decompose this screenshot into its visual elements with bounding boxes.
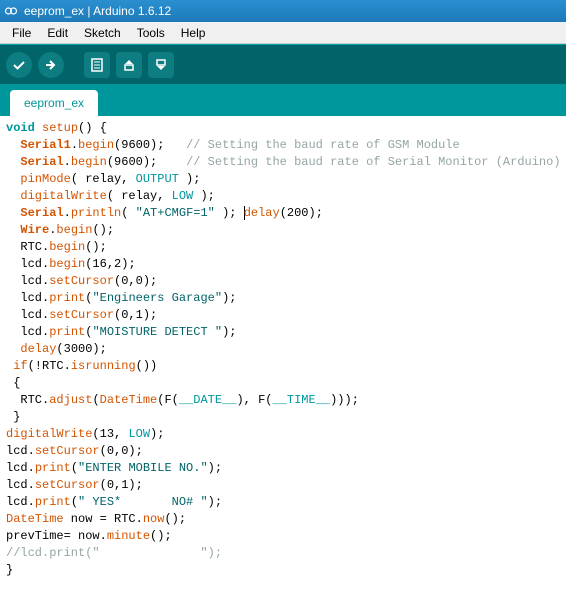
app-icon — [4, 4, 18, 18]
menubar: File Edit Sketch Tools Help — [0, 22, 566, 44]
new-button[interactable] — [84, 52, 110, 78]
comment: // Setting the baud rate of Serial Monit… — [186, 155, 560, 169]
obj-serial1: Serial1 — [20, 138, 70, 152]
code-editor[interactable]: void setup() { Serial1.begin(9600); // S… — [0, 116, 566, 583]
menu-file[interactable]: File — [4, 24, 39, 42]
verify-button[interactable] — [6, 52, 32, 78]
tab-eeprom-ex[interactable]: eeprom_ex — [10, 90, 98, 116]
keyword-void: void — [6, 121, 35, 135]
save-button[interactable] — [148, 52, 174, 78]
open-button[interactable] — [116, 52, 142, 78]
comment: //lcd.print(" "); — [6, 546, 222, 560]
menu-edit[interactable]: Edit — [39, 24, 76, 42]
window-titlebar: eeprom_ex | Arduino 1.6.12 — [0, 0, 566, 22]
menu-sketch[interactable]: Sketch — [76, 24, 129, 42]
toolbar — [0, 44, 566, 84]
obj-rtc: RTC — [20, 240, 42, 254]
fn-setup: setup — [42, 121, 78, 135]
obj-serial: Serial — [20, 155, 63, 169]
tab-bar: eeprom_ex — [0, 84, 566, 116]
comment: // Setting the baud rate of GSM Module — [186, 138, 460, 152]
menu-tools[interactable]: Tools — [129, 24, 173, 42]
obj-wire: Wire — [20, 223, 49, 237]
window-title: eeprom_ex | Arduino 1.6.12 — [24, 4, 171, 18]
upload-button[interactable] — [38, 52, 64, 78]
menu-help[interactable]: Help — [173, 24, 214, 42]
obj-lcd: lcd — [20, 257, 42, 271]
